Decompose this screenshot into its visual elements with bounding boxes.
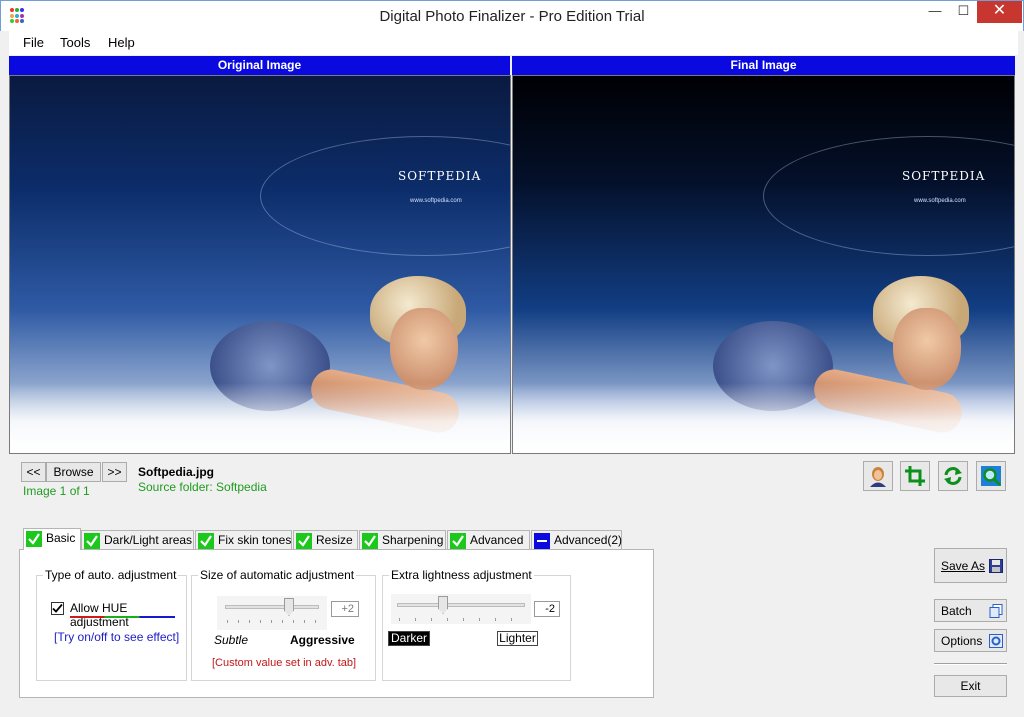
final-image-header: Final Image	[512, 56, 1015, 75]
tab-basic[interactable]: Basic	[23, 528, 81, 550]
lightness-slider[interactable]	[391, 594, 531, 624]
batch-pages-icon	[989, 604, 1003, 618]
final-image: SOFTPEDIA www.softpedia.com	[512, 75, 1015, 454]
crop-icon	[905, 466, 925, 486]
auto-adjustment-type-group: Type of auto. adjustment Allow HUE adjus…	[36, 568, 187, 681]
group-title: Type of auto. adjustment	[43, 568, 179, 582]
size-slider-thumb[interactable]	[283, 598, 294, 616]
save-as-button[interactable]: Save As	[934, 548, 1007, 583]
softpedia-watermark: SOFTPEDIA	[902, 169, 986, 183]
tab-resize[interactable]: Resize	[293, 530, 358, 550]
tab-fix-skin-tones[interactable]: Fix skin tones	[195, 530, 292, 550]
maximize-button[interactable]: ☐	[950, 1, 977, 23]
menu-help[interactable]: Help	[108, 35, 135, 50]
next-image-button[interactable]: >>	[102, 462, 127, 482]
check-icon	[198, 533, 214, 549]
hue-color-underline	[70, 616, 175, 618]
check-icon	[362, 533, 378, 549]
minus-icon	[534, 533, 550, 549]
batch-button[interactable]: Batch	[934, 599, 1007, 622]
aggressive-label: Aggressive	[290, 633, 355, 647]
window-title: Digital Photo Finalizer - Pro Edition Tr…	[379, 8, 645, 25]
menu-file[interactable]: File	[23, 35, 44, 50]
separator	[934, 663, 1007, 665]
original-image: SOFTPEDIA www.softpedia.com	[9, 75, 511, 454]
check-icon	[296, 533, 312, 549]
lightness-value[interactable]: -2	[534, 601, 560, 617]
tab-advanced[interactable]: Advanced	[447, 530, 530, 550]
source-folder: Source folder: Softpedia	[138, 480, 267, 494]
file-name: Softpedia.jpg	[138, 465, 214, 479]
size-slider[interactable]	[217, 596, 327, 630]
close-button[interactable]: ✕	[977, 1, 1022, 23]
crop-button[interactable]	[900, 461, 930, 491]
menu-tools[interactable]: Tools	[60, 35, 90, 50]
tab-sharpening[interactable]: Sharpening	[359, 530, 446, 550]
image-counter: Image 1 of 1	[23, 484, 90, 498]
softpedia-url: www.softpedia.com	[410, 198, 462, 204]
options-gear-icon	[989, 634, 1003, 648]
lighter-button[interactable]: Lighter	[497, 631, 538, 646]
subtle-label: Subtle	[214, 633, 249, 647]
lightness-slider-thumb[interactable]	[438, 596, 449, 614]
foam-decoration	[10, 383, 510, 453]
floppy-disk-icon	[989, 559, 1003, 573]
tab-advanced-2[interactable]: Advanced(2)	[531, 530, 622, 550]
portrait-icon	[870, 467, 886, 487]
zoom-button[interactable]	[976, 461, 1006, 491]
checkmark-icon	[52, 603, 63, 613]
swirl-decoration	[260, 136, 510, 256]
darker-button[interactable]: Darker	[388, 631, 430, 646]
title-bar: Digital Photo Finalizer - Pro Edition Tr…	[0, 0, 1024, 31]
allow-hue-checkbox[interactable]	[51, 602, 64, 615]
original-image-header: Original Image	[9, 56, 510, 75]
foam-decoration	[513, 383, 1014, 453]
hue-hint: [Try on/off to see effect]	[54, 630, 180, 644]
check-icon	[84, 533, 100, 549]
adjustment-size-group: Size of automatic adjustment +2 Subtle A…	[191, 568, 376, 681]
group-title: Extra lightness adjustment	[389, 568, 534, 582]
portrait-button[interactable]	[863, 461, 893, 491]
allow-hue-label[interactable]: Allow HUE adjustment	[70, 601, 186, 629]
extra-lightness-group: Extra lightness adjustment -2 Darker Lig…	[382, 568, 571, 681]
swirl-decoration	[763, 136, 1014, 256]
softpedia-url: www.softpedia.com	[914, 198, 966, 204]
tab-dark-light-areas[interactable]: Dark/Light areas	[81, 530, 194, 550]
menu-bar: File Tools Help	[9, 31, 1018, 55]
size-value[interactable]: +2	[331, 601, 359, 617]
minimize-button[interactable]: —	[920, 1, 950, 23]
previous-image-button[interactable]: <<	[21, 462, 46, 482]
group-title: Size of automatic adjustment	[198, 568, 357, 582]
softpedia-watermark: SOFTPEDIA	[398, 169, 482, 183]
zoom-icon	[981, 466, 1002, 487]
basic-tab-panel: Type of auto. adjustment Allow HUE adjus…	[19, 549, 654, 698]
check-icon	[450, 533, 466, 549]
exit-button[interactable]: Exit	[934, 675, 1007, 697]
check-icon	[26, 531, 42, 547]
browse-button[interactable]: Browse	[46, 462, 101, 482]
rotate-icon	[944, 467, 962, 485]
custom-value-note: [Custom value set in adv. tab]	[212, 657, 357, 669]
rotate-button[interactable]	[938, 461, 968, 491]
options-button[interactable]: Options	[934, 629, 1007, 652]
